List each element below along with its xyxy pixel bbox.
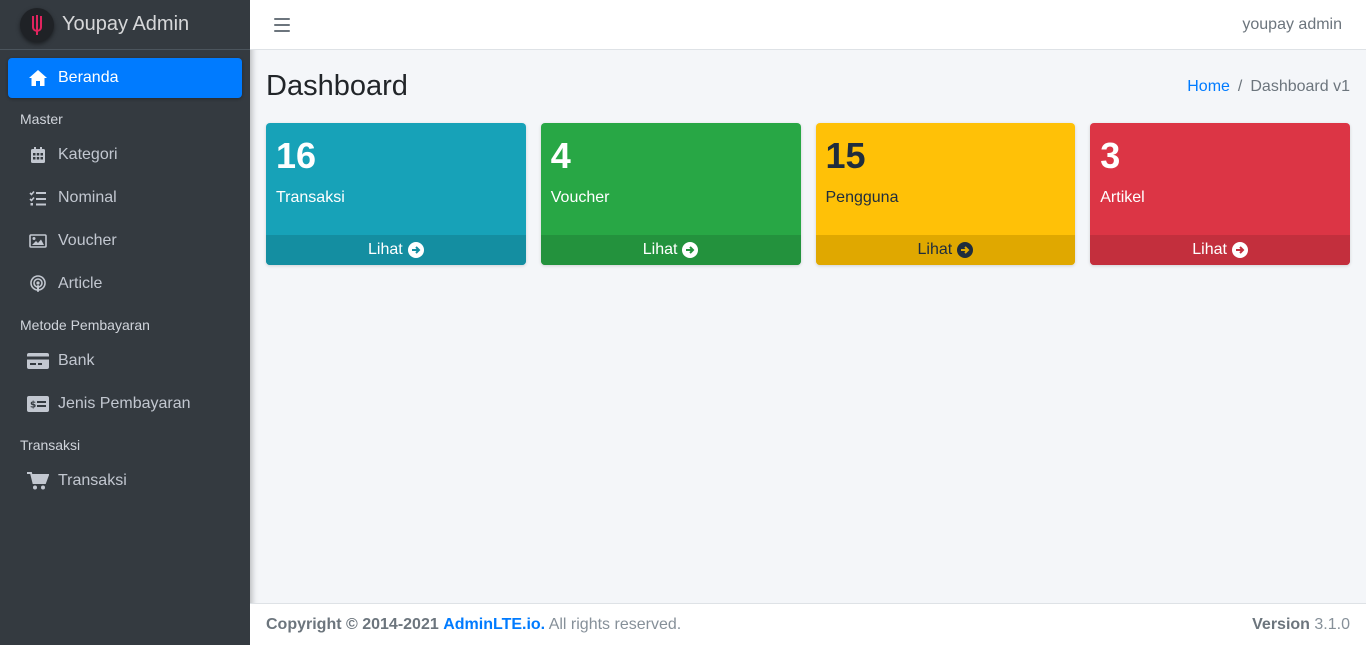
brand-name: Youpay Admin <box>62 13 190 35</box>
sidebar: Youpay Admin Beranda Master Kategori Nom… <box>0 0 250 645</box>
sidebar-item-transaksi[interactable]: Transaksi <box>8 461 242 501</box>
sidebar-item-label: Nominal <box>58 189 117 206</box>
sidebar-nav: Beranda Master Kategori Nominal Voucher <box>0 50 250 501</box>
breadcrumb-separator: / <box>1237 77 1243 95</box>
stat-label: Artikel <box>1100 189 1145 206</box>
stat-count: 4 <box>550 135 571 176</box>
stat-link-label: Lihat <box>368 241 403 258</box>
stat-box-link[interactable]: Lihat <box>540 235 801 265</box>
content-header: Dashboard Home / Dashboard v1 <box>266 50 1350 123</box>
stat-box-link[interactable]: Lihat <box>266 235 526 265</box>
stat-label: Voucher <box>550 189 610 206</box>
stat-count: 16 <box>276 135 317 176</box>
arrow-circle-right-icon <box>682 242 699 258</box>
version: Version 3.1.0 <box>1252 616 1350 634</box>
rights-text: All rights reserved. <box>548 615 682 633</box>
copyright-text: Copyright © 2014-2021 <box>266 615 439 633</box>
brand-link[interactable]: Youpay Admin <box>0 0 250 50</box>
sidebar-item-kategori[interactable]: Kategori <box>8 135 242 175</box>
sidebar-item-article[interactable]: Article <box>8 264 242 304</box>
credit-card-icon <box>26 351 50 371</box>
image-icon <box>26 231 50 251</box>
menu-toggle-icon[interactable] <box>274 17 290 32</box>
stat-box-link[interactable]: Lihat <box>815 235 1076 265</box>
home-icon <box>26 68 50 88</box>
sidebar-header-metode-pembayaran: Metode Pembayaran <box>20 317 150 333</box>
sidebar-item-label: Article <box>58 275 103 292</box>
cart-icon <box>26 471 50 491</box>
sidebar-item-bank[interactable]: Bank <box>8 341 242 381</box>
arrow-circle-right-icon <box>957 242 974 258</box>
stat-count: 3 <box>1100 135 1121 176</box>
tasks-icon <box>26 188 50 208</box>
sidebar-item-voucher[interactable]: Voucher <box>8 221 242 261</box>
breadcrumb-current: Dashboard v1 <box>1250 77 1350 95</box>
stat-link-label: Lihat <box>1192 241 1227 258</box>
copyright: Copyright © 2014-2021 AdminLTE.io. All r… <box>266 616 681 634</box>
stat-box-link[interactable]: Lihat <box>1090 235 1350 265</box>
money-check-icon: $ <box>26 394 50 414</box>
page-title: Dashboard <box>266 70 408 102</box>
breadcrumb: Home / Dashboard v1 <box>1187 78 1350 96</box>
sidebar-item-nominal[interactable]: Nominal <box>8 178 242 218</box>
arrow-circle-right-icon <box>407 242 424 258</box>
stat-link-label: Lihat <box>642 241 678 258</box>
brand-logo <box>20 7 54 42</box>
sidebar-header-transaksi: Transaksi <box>20 437 81 453</box>
sidebar-item-beranda[interactable]: Beranda <box>8 58 242 98</box>
sidebar-item-label: Jenis Pembayaran <box>58 395 191 412</box>
sidebar-item-label: Beranda <box>58 69 119 86</box>
version-number: 3.1.0 <box>1314 615 1350 633</box>
stat-count: 15 <box>825 135 866 176</box>
sidebar-item-jenis-pembayaran[interactable]: $ Jenis Pembayaran <box>8 384 242 424</box>
sidebar-item-label: Voucher <box>58 232 117 249</box>
stat-boxes: 16 Transaksi Lihat 4 Voucher Lihat 15 Pe… <box>266 123 1350 265</box>
stat-link-label: Lihat <box>917 241 953 258</box>
arrow-circle-right-icon <box>1231 242 1248 258</box>
stat-box-voucher: 4 Voucher Lihat <box>540 123 801 265</box>
sidebar-item-label: Bank <box>58 352 95 369</box>
stat-box-artikel: 3 Artikel Lihat <box>1090 123 1350 265</box>
podcast-icon <box>26 274 50 294</box>
stat-box-pengguna: 15 Pengguna Lihat <box>815 123 1076 265</box>
stat-label: Pengguna <box>825 189 899 206</box>
stat-box-transaksi: 16 Transaksi Lihat <box>266 123 526 265</box>
calendar-icon <box>26 145 50 165</box>
content: Dashboard Home / Dashboard v1 16 Transak… <box>250 50 1366 603</box>
sidebar-header-master: Master <box>20 111 63 127</box>
topbar: youpay admin <box>250 0 1366 50</box>
user-menu[interactable]: youpay admin <box>1242 16 1342 34</box>
sidebar-item-label: Transaksi <box>58 472 127 489</box>
sidebar-item-label: Kategori <box>58 146 118 163</box>
breadcrumb-home[interactable]: Home <box>1187 78 1230 96</box>
main-footer: Copyright © 2014-2021 AdminLTE.io. All r… <box>250 603 1366 645</box>
adminlte-link[interactable]: AdminLTE.io. <box>443 616 545 633</box>
stat-label: Transaksi <box>276 189 345 206</box>
svg-text:$: $ <box>30 401 36 411</box>
version-label: Version <box>1252 615 1310 633</box>
